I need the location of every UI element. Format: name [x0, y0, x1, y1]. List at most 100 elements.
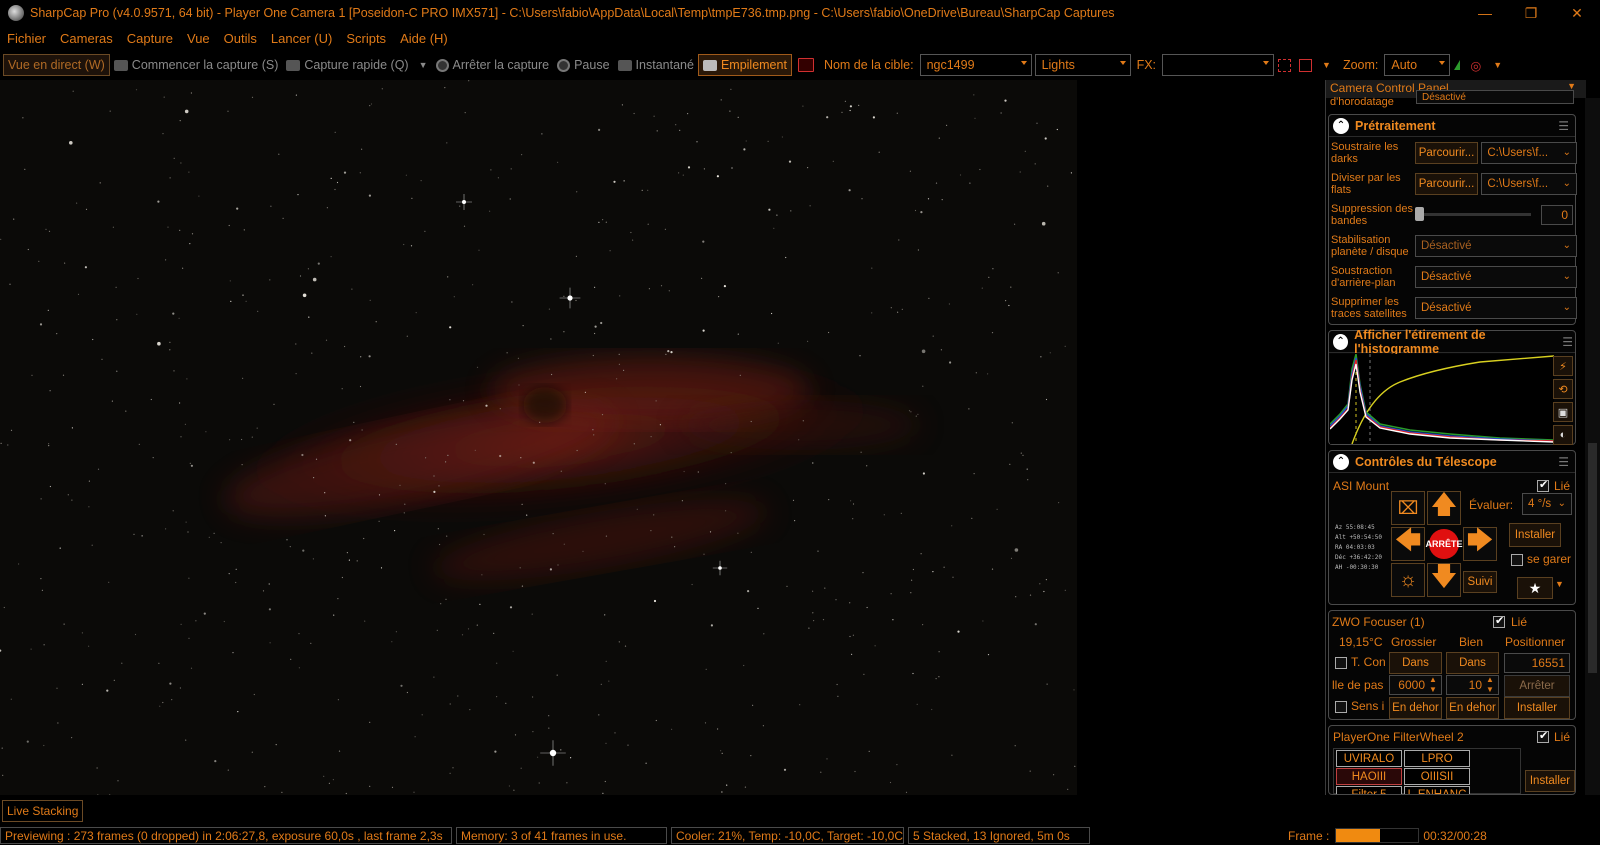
- filter-slot-6[interactable]: L-ENHANC: [1404, 786, 1470, 794]
- arrow-right-icon[interactable]: 🡆: [1463, 525, 1497, 561]
- snapshot-button[interactable]: Instantané: [614, 54, 698, 76]
- background-combo[interactable]: Désactivé ⌄: [1415, 266, 1577, 288]
- mount-linked-checkbox[interactable]: [1537, 478, 1549, 492]
- menu-cameras[interactable]: Cameras: [53, 31, 120, 46]
- minimize-button[interactable]: —: [1462, 0, 1508, 26]
- filter-slot-1[interactable]: UVIRALO: [1336, 750, 1402, 767]
- contrast-icon[interactable]: ◐: [1553, 425, 1573, 445]
- close-button[interactable]: ✕: [1554, 0, 1600, 26]
- flats-path-combo[interactable]: C:\Users\f... ⌄: [1481, 173, 1578, 195]
- spin-arrows-icon[interactable]: ▲ ▼: [1486, 675, 1494, 695]
- stabilization-combo[interactable]: Désactivé ⌄: [1415, 235, 1577, 257]
- focus-target-icon[interactable]: ◎: [1470, 58, 1481, 73]
- star: [1073, 689, 1075, 691]
- star-icon[interactable]: ★: [1517, 577, 1553, 599]
- star: [752, 704, 754, 706]
- arrow-left-icon[interactable]: 🡄: [1391, 525, 1425, 561]
- histogram-plot[interactable]: [1330, 354, 1554, 444]
- sun-icon[interactable]: ☼: [1391, 563, 1425, 597]
- darks-browse-button[interactable]: Parcourir...: [1414, 142, 1479, 164]
- scrollbar-thumb[interactable]: [1588, 443, 1597, 673]
- menu-vue[interactable]: Vue: [180, 31, 217, 46]
- collapse-icon[interactable]: ⌃: [1333, 333, 1349, 350]
- menu-scripts[interactable]: Scripts: [339, 31, 393, 46]
- zoom-combo[interactable]: Auto: [1384, 54, 1451, 76]
- flats-browse-button[interactable]: Parcourir...: [1414, 173, 1479, 195]
- banding-value[interactable]: 0: [1541, 205, 1573, 225]
- collapse-icon[interactable]: ⌃: [1333, 117, 1349, 134]
- menu-outils[interactable]: Outils: [217, 31, 264, 46]
- live-stacking-tab[interactable]: Live Stacking: [2, 800, 84, 822]
- selection-area-icon[interactable]: [1278, 58, 1292, 72]
- star: [668, 290, 670, 292]
- mount-install-button[interactable]: Installer: [1509, 523, 1561, 547]
- preprocessing-header[interactable]: ⌃ Prétraitement ☰: [1329, 115, 1575, 137]
- image-viewport[interactable]: [0, 80, 1296, 795]
- park-checkbox[interactable]: [1511, 554, 1523, 566]
- focuser-install-button[interactable]: Installer: [1504, 697, 1570, 719]
- stacking-button[interactable]: Empilement: [697, 54, 792, 76]
- stop-capture-button[interactable]: Arrêter la capture: [432, 54, 554, 76]
- lightning-icon[interactable]: ⚡: [1553, 356, 1573, 376]
- slider-handle[interactable]: [1415, 207, 1424, 221]
- quick-capture-button[interactable]: Capture rapide (Q) ▼: [282, 54, 431, 76]
- hamburger-icon[interactable]: ☰: [1558, 455, 1569, 469]
- tracking-button[interactable]: Suivi: [1463, 571, 1497, 593]
- filter-slot-5[interactable]: Filter 5: [1336, 786, 1402, 794]
- timestamp-combo-partial[interactable]: Désactivé: [1416, 90, 1574, 104]
- arrow-up-icon[interactable]: 🡅: [1427, 489, 1461, 525]
- star: [187, 531, 189, 533]
- filter-slot-4[interactable]: OIIISII: [1404, 768, 1470, 785]
- restore-button[interactable]: ❐: [1508, 0, 1554, 26]
- chevron-down-icon[interactable]: ▼: [1493, 60, 1502, 70]
- arrow-down-icon[interactable]: 🡇: [1427, 561, 1461, 597]
- filterwheel-linked-checkbox[interactable]: [1537, 729, 1549, 743]
- reset-icon[interactable]: ⟲: [1553, 379, 1573, 399]
- menu-aide[interactable]: Aide (H): [393, 31, 455, 46]
- telescope-header[interactable]: ⌃ Contrôles du Télescope ☰: [1329, 451, 1575, 473]
- menu-capture[interactable]: Capture: [120, 31, 180, 46]
- reverse-checkbox[interactable]: [1335, 701, 1347, 713]
- live-view-button[interactable]: Vue en direct (W): [3, 54, 110, 76]
- temp-comp-checkbox[interactable]: [1335, 657, 1347, 669]
- coarse-in-button[interactable]: Dans: [1389, 652, 1442, 674]
- stop-mount-button[interactable]: ARRÊTE: [1426, 529, 1463, 559]
- star: [310, 642, 312, 645]
- chevron-down-icon[interactable]: ▼: [1322, 60, 1331, 70]
- histogram-stretch-icon[interactable]: [1454, 60, 1461, 70]
- star: [162, 701, 164, 704]
- menu-lancer[interactable]: Lancer (U): [264, 31, 339, 46]
- frame-type-combo[interactable]: Lights: [1034, 54, 1131, 76]
- coarse-out-button[interactable]: En dehor: [1389, 697, 1442, 719]
- star: [1047, 185, 1049, 187]
- target-name-combo[interactable]: ngc1499: [919, 54, 1032, 76]
- hamburger-icon[interactable]: ☰: [1562, 335, 1573, 349]
- banding-slider[interactable]: [1415, 205, 1537, 225]
- reticle-icon[interactable]: [1299, 58, 1313, 72]
- panel-scrollbar[interactable]: [1585, 98, 1600, 795]
- fine-in-button[interactable]: Dans: [1446, 652, 1499, 674]
- rate-combo[interactable]: 4 °/s ⌄: [1522, 493, 1572, 515]
- filter-slot-2[interactable]: LPRO: [1404, 750, 1470, 767]
- chevron-down-icon[interactable]: ▼: [1555, 579, 1564, 589]
- no-calibration-icon[interactable]: [797, 58, 814, 72]
- filter-slot-3-active[interactable]: HAOIII: [1336, 768, 1402, 785]
- pause-button[interactable]: Pause: [553, 54, 613, 76]
- satellite-combo[interactable]: Désactivé ⌄: [1415, 297, 1577, 319]
- hamburger-icon[interactable]: ☰: [1558, 119, 1569, 133]
- save-icon[interactable]: ▣: [1553, 402, 1573, 422]
- focuser-position-value[interactable]: 16551: [1504, 653, 1570, 673]
- collapse-icon[interactable]: ⌃: [1333, 453, 1349, 470]
- histogram-header[interactable]: ⌃ Afficher l'étirement de l'histogramme …: [1329, 328, 1575, 356]
- fx-combo[interactable]: [1162, 54, 1275, 76]
- start-capture-button[interactable]: Commencer la capture (S): [110, 54, 283, 76]
- focuser-stop-button[interactable]: Arrêter: [1504, 675, 1570, 697]
- focuser-linked-checkbox[interactable]: [1493, 614, 1505, 628]
- darks-path-combo[interactable]: C:\Users\f... ⌄: [1481, 142, 1578, 164]
- menu-fichier[interactable]: Fichier: [0, 31, 53, 46]
- spin-arrows-icon[interactable]: ▲ ▼: [1429, 675, 1437, 695]
- spiral-search-icon[interactable]: ⌧: [1391, 491, 1425, 525]
- filterwheel-install-button[interactable]: Installer: [1525, 770, 1575, 792]
- chevron-down-icon[interactable]: ▼: [419, 60, 428, 70]
- fine-out-button[interactable]: En dehor: [1446, 697, 1499, 719]
